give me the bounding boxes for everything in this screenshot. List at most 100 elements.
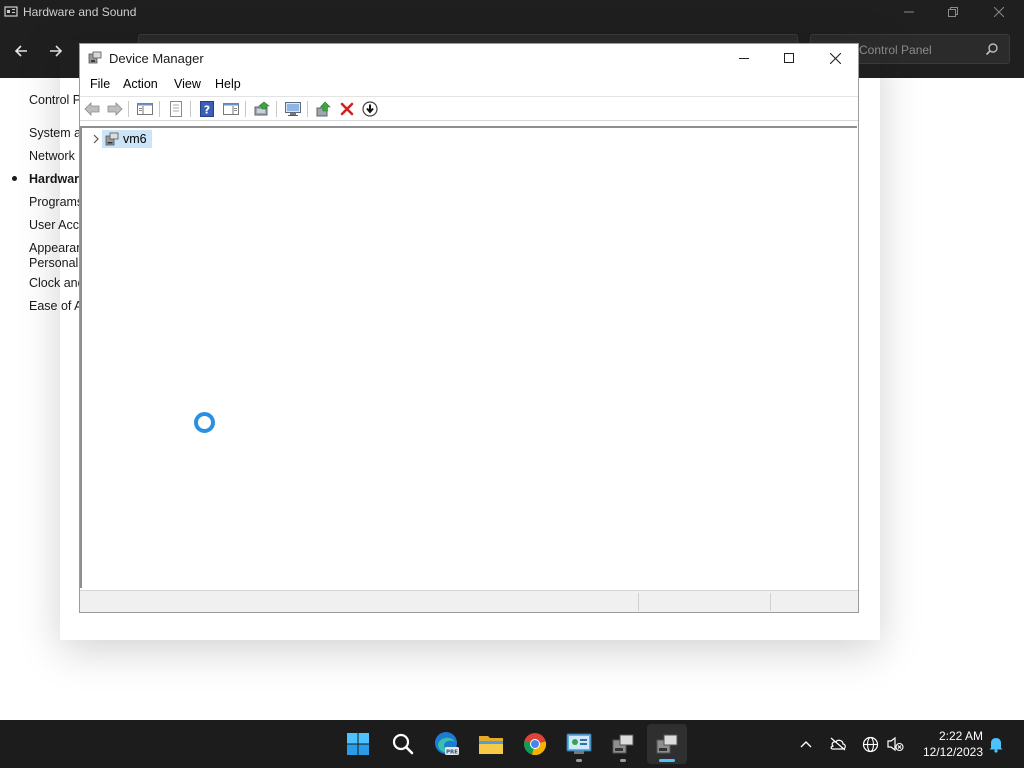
minimize-button[interactable] <box>886 2 932 22</box>
toolbar-separator <box>276 101 277 117</box>
start-button[interactable] <box>338 724 378 764</box>
enable-device-icon <box>316 101 331 117</box>
control-panel-titlebar: Hardware and Sound <box>0 0 1024 24</box>
close-icon <box>829 52 841 64</box>
svg-text:PRE: PRE <box>446 750 458 756</box>
nav-network-internet[interactable]: Network and Internet <box>29 149 80 164</box>
minimize-icon <box>904 11 914 13</box>
toolbar: ? <box>80 96 858 121</box>
help-icon: ? <box>200 101 214 117</box>
arrow-right-icon <box>50 45 63 57</box>
svg-text:?: ? <box>204 104 210 117</box>
taskbar: PRE 2:22 AM 12/12/2023 <box>0 720 1024 768</box>
nav-clock-region[interactable]: Clock and Region <box>29 276 80 291</box>
busy-cursor-icon <box>194 412 215 433</box>
computer-icon <box>105 132 119 146</box>
arrow-left-icon <box>14 45 27 57</box>
menu-view[interactable]: View <box>174 77 201 91</box>
nav-programs[interactable]: Programs <box>29 195 80 210</box>
close-button[interactable] <box>976 2 1022 22</box>
device-manager-icon <box>88 51 102 64</box>
chevron-right-icon[interactable] <box>90 133 102 145</box>
disable-device-button[interactable] <box>361 100 379 118</box>
onedrive-tray[interactable] <box>828 734 848 754</box>
update-driver-button[interactable] <box>253 100 271 118</box>
dm-close-button[interactable] <box>812 44 858 72</box>
back-icon <box>84 102 100 116</box>
restore-button[interactable] <box>930 2 976 22</box>
clock-date: 12/12/2023 <box>922 745 983 759</box>
show-hide-action-pane-button[interactable] <box>222 100 240 118</box>
nav-personalization[interactable]: Personalization <box>29 256 80 271</box>
control-panel-title: Hardware and Sound <box>23 5 137 19</box>
chevron-up-icon <box>800 741 812 748</box>
scan-hardware-changes-button[interactable] <box>284 100 302 118</box>
back-button[interactable] <box>9 39 33 63</box>
toolbar-separator <box>307 101 308 117</box>
show-hidden-icons-button[interactable] <box>796 734 816 754</box>
taskbar-device-manager-2[interactable] <box>647 724 687 764</box>
dm-maximize-button[interactable] <box>766 44 812 72</box>
toolbar-separator <box>190 101 191 117</box>
device-manager-icon <box>612 734 634 754</box>
scan-hardware-changes-icon <box>285 102 301 116</box>
toolbar-separator <box>128 101 129 117</box>
taskbar-chrome[interactable] <box>515 724 555 764</box>
uninstall-device-button[interactable] <box>338 100 356 118</box>
active-indicator <box>659 759 675 762</box>
show-hide-console-tree-icon <box>137 103 153 115</box>
network-tray[interactable] <box>860 734 880 754</box>
taskbar-control-panel[interactable] <box>559 724 599 764</box>
speaker-muted-icon <box>887 736 904 752</box>
enable-device-button[interactable] <box>315 100 333 118</box>
menu-bar: File Action View Help <box>80 73 858 95</box>
volume-tray[interactable] <box>885 734 905 754</box>
menu-action[interactable]: Action <box>123 77 158 91</box>
toolbar-back-button[interactable] <box>83 100 101 118</box>
taskbar-edge-beta[interactable]: PRE <box>427 724 467 764</box>
clock-time: 2:22 AM <box>938 729 983 743</box>
globe-icon <box>862 736 878 752</box>
taskbar-clock[interactable]: 2:22 AM 12/12/2023 <box>913 728 983 760</box>
menu-help[interactable]: Help <box>215 77 241 91</box>
status-bar <box>80 590 858 612</box>
dm-minimize-button[interactable] <box>721 44 767 72</box>
toolbar-separator <box>159 101 160 117</box>
search-icon <box>985 43 998 56</box>
device-tree[interactable]: vm6 <box>80 126 857 588</box>
notification-button[interactable] <box>986 734 1006 754</box>
menu-file[interactable]: File <box>90 77 110 91</box>
uninstall-device-icon <box>340 102 354 116</box>
taskbar-file-explorer[interactable] <box>471 724 511 764</box>
show-hide-console-tree-button[interactable] <box>136 100 154 118</box>
properties-icon <box>170 101 182 117</box>
nav-user-accounts[interactable]: User Accounts <box>29 218 80 233</box>
device-manager-titlebar[interactable]: Device Manager <box>80 44 858 72</box>
properties-button[interactable] <box>167 100 185 118</box>
device-manager-icon <box>656 734 678 754</box>
device-manager-title: Device Manager <box>109 51 204 66</box>
start-icon <box>347 733 369 755</box>
nav-hardware-sound[interactable]: Hardware and Sound <box>29 172 80 187</box>
taskbar-device-manager-1[interactable] <box>603 724 643 764</box>
close-icon <box>994 7 1004 17</box>
help-button[interactable]: ? <box>198 100 216 118</box>
nav-ease-of-access[interactable]: Ease of Access <box>29 299 80 314</box>
status-bar-separator <box>770 593 771 611</box>
forward-button[interactable] <box>44 39 68 63</box>
update-driver-icon <box>254 101 270 116</box>
nav-appearance[interactable]: Appearance and <box>29 241 80 256</box>
taskbar-search-button[interactable] <box>383 724 423 764</box>
nav-control-panel-home[interactable]: Control Panel Home <box>29 93 80 108</box>
search-icon <box>392 733 414 755</box>
device-manager-window: Device Manager File Action View Help ? v… <box>79 43 859 613</box>
tree-node-label[interactable]: vm6 <box>123 132 147 146</box>
toolbar-forward-button[interactable] <box>106 100 124 118</box>
nav-system-security[interactable]: System and Security <box>29 126 80 141</box>
running-indicator <box>576 759 582 762</box>
control-panel-icon <box>566 733 592 754</box>
minimize-icon <box>739 58 749 59</box>
forward-icon <box>107 102 123 116</box>
cloud-offline-icon <box>830 737 846 751</box>
control-panel-left-nav: Control Panel Home System and Security N… <box>0 78 80 718</box>
